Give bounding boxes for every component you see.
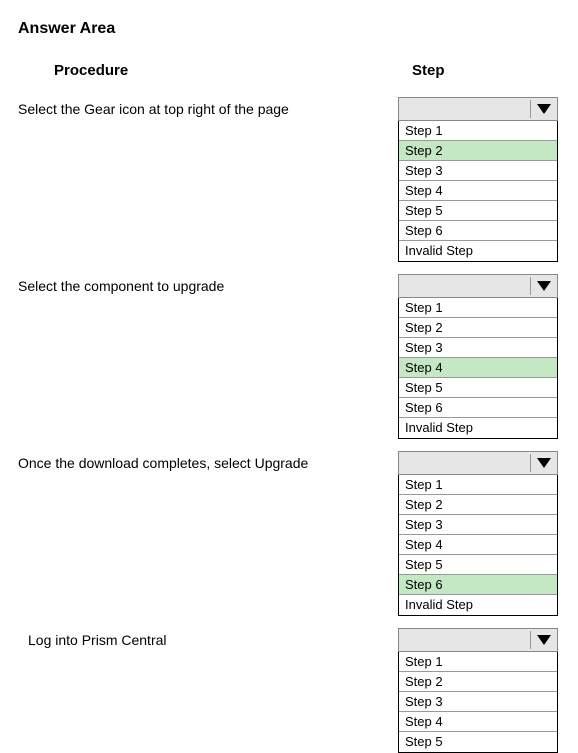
step-dropdown[interactable]: Step 1Step 2Step 3Step 4Step 5Step 6Inva… [398, 274, 558, 439]
dropdown-options: Step 1Step 2Step 3Step 4Step 5Step 6Inva… [398, 121, 558, 262]
step-dropdown[interactable]: Step 1Step 2Step 3Step 4Step 5Step 6Inva… [398, 97, 558, 262]
procedure-text: Select the Gear icon at top right of the… [18, 97, 398, 117]
chevron-down-icon[interactable] [537, 104, 551, 114]
page-title: Answer Area [18, 20, 560, 38]
dropdown-option[interactable]: Step 6 [399, 575, 557, 595]
dropdown-option[interactable]: Step 5 [399, 555, 557, 575]
dropdown-option[interactable]: Step 4 [399, 181, 557, 201]
dropdown-header[interactable] [398, 628, 558, 652]
dropdown-option[interactable]: Invalid Step [399, 595, 557, 615]
dropdown-option[interactable]: Invalid Step [399, 418, 557, 438]
dropdown-option[interactable]: Step 3 [399, 338, 557, 358]
dropdown-option[interactable]: Step 5 [399, 378, 557, 398]
step-dropdown[interactable]: Step 1Step 2Step 3Step 4Step 5Step 6Inva… [398, 451, 558, 616]
procedure-text: Log into Prism Central [18, 628, 398, 648]
dropdown-option[interactable]: Step 3 [399, 161, 557, 181]
dropdown-option[interactable]: Step 6 [399, 398, 557, 418]
dropdown-option[interactable]: Step 5 [399, 201, 557, 221]
dropdown-option[interactable]: Step 4 [399, 358, 557, 378]
dropdown-option[interactable]: Step 2 [399, 318, 557, 338]
dropdown-option[interactable]: Step 4 [399, 712, 557, 732]
chevron-down-icon[interactable] [537, 635, 551, 645]
dropdown-header[interactable] [398, 274, 558, 298]
chevron-down-icon[interactable] [537, 458, 551, 468]
dropdown-header[interactable] [398, 97, 558, 121]
dropdown-option[interactable]: Step 2 [399, 141, 557, 161]
chevron-down-icon[interactable] [537, 281, 551, 291]
header-step: Step [398, 62, 558, 79]
procedure-text: Once the download completes, select Upgr… [18, 451, 398, 471]
dropdown-option[interactable]: Step 2 [399, 495, 557, 515]
dropdown-option[interactable]: Step 1 [399, 298, 557, 318]
dropdown-option[interactable]: Step 6 [399, 221, 557, 241]
procedure-text: Select the component to upgrade [18, 274, 398, 294]
header-procedure: Procedure [18, 62, 398, 79]
dropdown-option[interactable]: Step 1 [399, 652, 557, 672]
dropdown-option[interactable]: Step 4 [399, 535, 557, 555]
dropdown-options: Step 1Step 2Step 3Step 4Step 5Step 6Inva… [398, 475, 558, 616]
dropdown-option[interactable]: Step 3 [399, 692, 557, 712]
dropdown-option[interactable]: Step 5 [399, 732, 557, 752]
column-headers: Procedure Step [18, 62, 560, 79]
dropdown-option[interactable]: Step 1 [399, 475, 557, 495]
dropdown-options: Step 1Step 2Step 3Step 4Step 5 [398, 652, 558, 753]
step-dropdown[interactable]: Step 1Step 2Step 3Step 4Step 5 [398, 628, 558, 753]
dropdown-option[interactable]: Step 3 [399, 515, 557, 535]
dropdown-header[interactable] [398, 451, 558, 475]
procedure-row: Once the download completes, select Upgr… [18, 451, 560, 616]
dropdown-option[interactable]: Step 1 [399, 121, 557, 141]
procedure-row: Log into Prism CentralStep 1Step 2Step 3… [18, 628, 560, 753]
dropdown-options: Step 1Step 2Step 3Step 4Step 5Step 6Inva… [398, 298, 558, 439]
dropdown-option[interactable]: Invalid Step [399, 241, 557, 261]
procedure-row: Select the Gear icon at top right of the… [18, 97, 560, 262]
dropdown-option[interactable]: Step 2 [399, 672, 557, 692]
procedure-row: Select the component to upgradeStep 1Ste… [18, 274, 560, 439]
